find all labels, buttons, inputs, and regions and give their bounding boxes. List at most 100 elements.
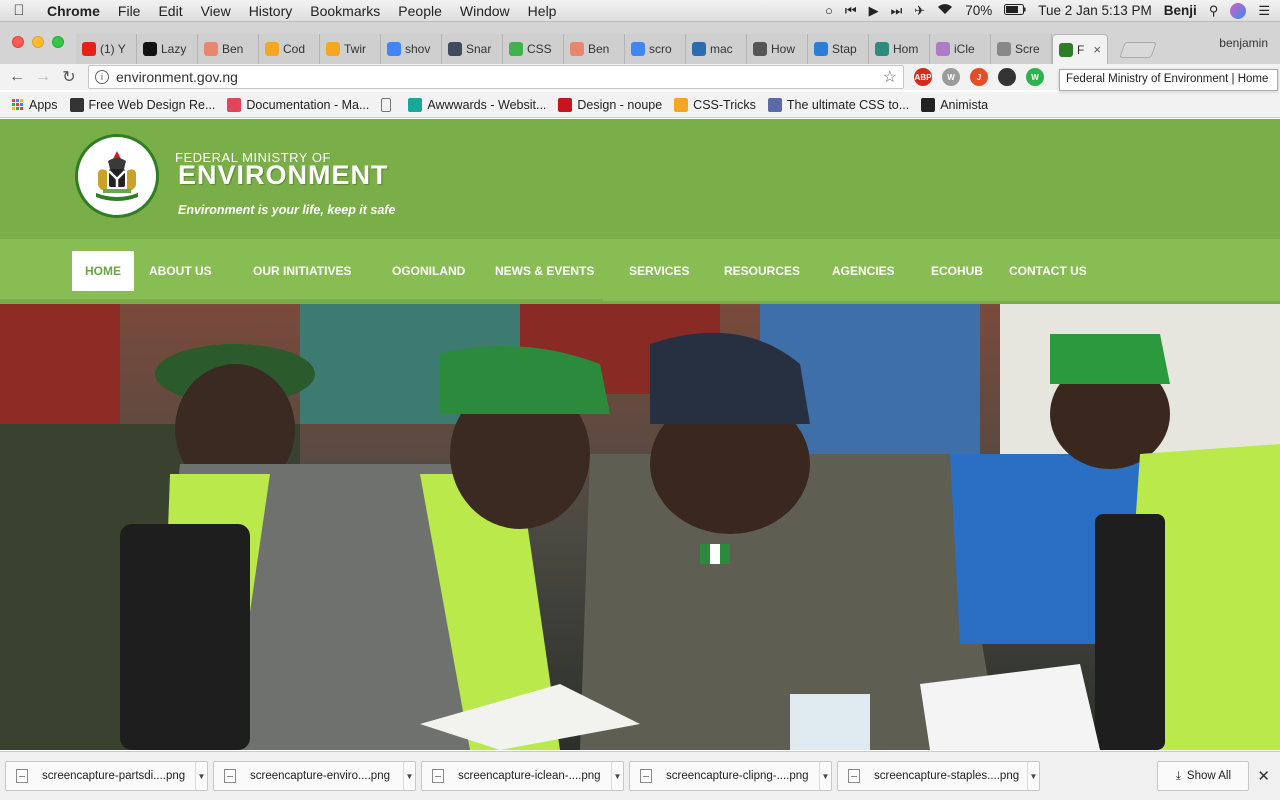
download-item[interactable]: screencapture-staples....png ▼	[837, 761, 1040, 791]
settings-icon[interactable]	[998, 68, 1016, 86]
tab-label: Scre	[1015, 42, 1040, 56]
download-item[interactable]: screencapture-enviro....png ▼	[213, 761, 416, 791]
back-arrow-icon[interactable]: ←	[4, 68, 30, 86]
address-bar[interactable]: i environment.gov.ng ☆	[88, 65, 904, 89]
browser-tab[interactable]: scro	[625, 34, 686, 64]
play-icon[interactable]: ▶	[869, 3, 879, 19]
minimize-window-button[interactable]	[32, 36, 44, 48]
site-info-icon[interactable]: i	[95, 70, 109, 84]
forward-arrow-icon[interactable]: →	[30, 68, 56, 86]
browser-tab[interactable]: Ben	[564, 34, 625, 64]
browser-tab[interactable]: How	[747, 34, 808, 64]
browser-tab[interactable]: mac	[686, 34, 747, 64]
bookmark-item[interactable]: Apps	[10, 98, 58, 112]
show-all-downloads-button[interactable]: ⤓ Show All	[1157, 761, 1250, 791]
bookmark-item[interactable]: Documentation - Ma...	[227, 97, 369, 112]
bookmark-item[interactable]: Awwwards - Websit...	[408, 97, 546, 112]
nav-ogoniland[interactable]: OGONILAND	[392, 251, 465, 291]
bookmark-item[interactable]: Free Web Design Re...	[69, 97, 215, 112]
site-title[interactable]: ENVIRONMENT	[178, 160, 389, 191]
url-text[interactable]: environment.gov.ng	[116, 69, 238, 85]
nav-our-initiatives[interactable]: OUR INITIATIVES	[253, 251, 351, 291]
browser-tab[interactable]: (1) Y	[76, 34, 137, 64]
bookmark-item[interactable]: Design - noupe	[558, 97, 662, 112]
browser-tab[interactable]: F ×	[1052, 34, 1108, 64]
siri-icon[interactable]	[1230, 2, 1247, 19]
menu-edit[interactable]: Edit	[149, 3, 191, 19]
bookmark-label: CSS-Tricks	[693, 97, 756, 112]
wordpress-green-icon[interactable]: W	[1026, 68, 1044, 86]
browser-tab[interactable]: Lazy	[137, 34, 198, 64]
browser-tab[interactable]: Ben	[198, 34, 259, 64]
downloads-shelf: screencapture-partsdi....png ▼ screencaptu…	[0, 751, 1280, 800]
close-window-button[interactable]	[12, 36, 24, 48]
browser-tab[interactable]: Cod	[259, 34, 320, 64]
menu-people[interactable]: People	[389, 3, 451, 19]
menu-bookmarks[interactable]: Bookmarks	[301, 3, 389, 19]
nav-ecohub[interactable]: ECOHUB	[931, 251, 983, 291]
new-tab-button[interactable]	[1119, 42, 1157, 58]
creative-cloud-icon[interactable]: ○	[825, 3, 833, 18]
menu-user-name[interactable]: Benji	[1164, 3, 1197, 18]
download-item[interactable]: screencapture-clipng-....png ▼	[629, 761, 832, 791]
bookmark-item[interactable]	[381, 97, 396, 112]
battery-icon[interactable]	[1004, 3, 1026, 18]
adblock-plus-icon[interactable]: ABP	[914, 68, 932, 86]
bookmark-item[interactable]: The ultimate CSS to...	[767, 97, 910, 112]
download-item[interactable]: screencapture-partsdi....png ▼	[5, 761, 208, 791]
notification-center-icon[interactable]: ☰	[1258, 3, 1270, 19]
nav-resources[interactable]: RESOURCES	[724, 251, 800, 291]
download-menu-caret-icon[interactable]: ▼	[195, 762, 207, 790]
menu-file[interactable]: File	[109, 3, 150, 19]
download-menu-caret-icon[interactable]: ▼	[403, 762, 415, 790]
nav-about-us[interactable]: ABOUT US	[149, 251, 212, 291]
fullscreen-window-button[interactable]	[52, 36, 64, 48]
browser-tab[interactable]: Stap	[808, 34, 869, 64]
browser-tab[interactable]: Snar	[442, 34, 503, 64]
next-track-icon[interactable]: ⏭	[891, 3, 903, 19]
bookmark-star-icon[interactable]: ☆	[883, 67, 897, 87]
nav-news-events[interactable]: NEWS & EVENTS	[495, 251, 594, 291]
menu-history[interactable]: History	[240, 3, 302, 19]
nav-home[interactable]: HOME	[72, 251, 134, 291]
close-icon[interactable]: ✕	[1257, 767, 1270, 785]
bookmark-item[interactable]: Animista	[921, 97, 988, 112]
menu-view[interactable]: View	[192, 3, 240, 19]
nav-contact-us[interactable]: CONTACT US	[1009, 251, 1087, 291]
download-item[interactable]: screencapture-iclean-....png ▼	[421, 761, 624, 791]
joomla-icon[interactable]: J	[970, 68, 988, 86]
close-tab-icon[interactable]: ×	[1093, 42, 1101, 57]
browser-tab[interactable]: shov	[381, 34, 442, 64]
apps-grid-icon	[10, 98, 24, 112]
airplane-icon[interactable]: ✈	[914, 3, 925, 19]
tab-label: F	[1077, 42, 1085, 57]
bookmark-label: The ultimate CSS to...	[786, 97, 910, 112]
menu-app-name[interactable]: Chrome	[38, 3, 109, 19]
clock[interactable]: Tue 2 Jan 5:13 PM	[1038, 3, 1152, 18]
download-menu-caret-icon[interactable]: ▼	[611, 762, 623, 790]
nav-agencies[interactable]: AGENCIES	[832, 251, 895, 291]
browser-tab[interactable]: Hom	[869, 34, 930, 64]
download-menu-caret-icon[interactable]: ▼	[1027, 762, 1039, 790]
menu-window[interactable]: Window	[451, 3, 519, 19]
browser-tab[interactable]: Twir	[320, 34, 381, 64]
coat-of-arms-logo[interactable]	[75, 134, 159, 218]
previous-track-icon[interactable]: ⏮	[845, 3, 857, 19]
spotlight-search-icon[interactable]: ⚲	[1209, 3, 1219, 19]
wifi-icon[interactable]	[937, 3, 953, 18]
star-icon	[265, 42, 279, 56]
tn-icon	[69, 97, 84, 112]
menu-help[interactable]: Help	[519, 3, 566, 19]
apple-icon[interactable]: 	[0, 2, 38, 19]
profile-name[interactable]: benjamin	[1219, 36, 1280, 50]
reload-icon[interactable]: ↻	[56, 67, 82, 87]
bookmark-item[interactable]: CSS-Tricks	[674, 97, 756, 112]
wordpress-icon[interactable]: W	[942, 68, 960, 86]
browser-tab[interactable]: CSS	[503, 34, 564, 64]
nav-services[interactable]: SERVICES	[629, 251, 689, 291]
download-menu-caret-icon[interactable]: ▼	[819, 762, 831, 790]
google-icon	[631, 42, 645, 56]
browser-tab[interactable]: Scre	[991, 34, 1052, 64]
browser-tab[interactable]: iCle	[930, 34, 991, 64]
tab-label: mac	[710, 42, 733, 56]
